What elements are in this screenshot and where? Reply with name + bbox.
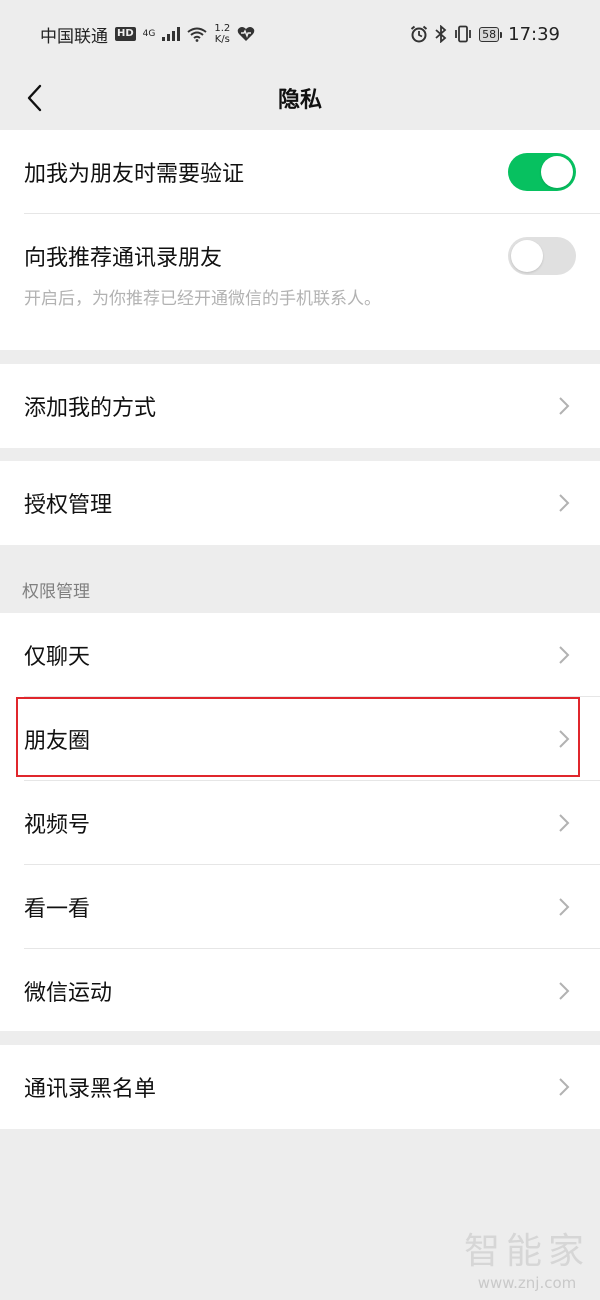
- list-item-label: 朋友圈: [24, 729, 91, 754]
- list-item-moments[interactable]: 朋友圈: [0, 697, 600, 781]
- add-method-group: 添加我的方式: [0, 364, 600, 448]
- clock: 17:39: [508, 23, 560, 45]
- add-verify-toggle[interactable]: [508, 153, 576, 191]
- vibrate-icon: [455, 25, 472, 43]
- recommend-contacts-row: 向我推荐通讯录朋友: [0, 214, 600, 298]
- add-method-row[interactable]: 添加我的方式: [0, 364, 600, 448]
- permissions-section-header: 权限管理: [22, 582, 90, 602]
- auth-manage-row[interactable]: 授权管理: [0, 461, 600, 545]
- blacklist-group: 通讯录黑名单: [0, 1045, 600, 1129]
- list-item-label: 微信运动: [24, 981, 113, 1006]
- bluetooth-icon: [435, 25, 447, 43]
- auth-manage-label: 授权管理: [24, 493, 113, 518]
- chevron-right-icon: [559, 646, 570, 664]
- permissions-group: 仅聊天 朋友圈 视频号 看一看 微信运动: [0, 613, 600, 1031]
- status-bar: 中国联通 HD 4G 1.2 K/s 58 17:39: [0, 0, 600, 68]
- blacklist-row[interactable]: 通讯录黑名单: [0, 1045, 600, 1129]
- list-item-werun[interactable]: 微信运动: [0, 949, 600, 1033]
- chevron-right-icon: [559, 1078, 570, 1096]
- toggle-knob: [541, 156, 573, 188]
- verification-group: 加我为朋友时需要验证 向我推荐通讯录朋友 开启后，为你推荐已经开通微信的手机联系…: [0, 130, 600, 350]
- chevron-right-icon: [559, 982, 570, 1000]
- blacklist-label: 通讯录黑名单: [24, 1077, 157, 1102]
- list-item-top-stories[interactable]: 看一看: [0, 865, 600, 949]
- back-button[interactable]: [14, 78, 54, 118]
- toggle-knob: [511, 240, 543, 272]
- recommend-contacts-label: 向我推荐通讯录朋友: [24, 246, 223, 271]
- chevron-right-icon: [559, 814, 570, 832]
- status-bar-left: 中国联通 HD 4G 1.2 K/s: [40, 22, 255, 47]
- list-item-chat-only[interactable]: 仅聊天: [0, 613, 600, 697]
- nav-bar: 隐私: [0, 68, 600, 128]
- hd-badge: HD: [115, 27, 136, 41]
- add-verify-label: 加我为朋友时需要验证: [24, 162, 245, 187]
- watermark: 智能家 www.znj.com: [464, 1222, 590, 1292]
- battery-icon: 58: [479, 26, 503, 42]
- health-icon: [237, 27, 255, 41]
- network-speed: 1.2 K/s: [214, 23, 230, 45]
- speed-unit: K/s: [214, 34, 230, 45]
- list-item-label: 看一看: [24, 897, 91, 922]
- chevron-right-icon: [559, 494, 570, 512]
- list-item-label: 视频号: [24, 813, 91, 838]
- carrier-name: 中国联通: [40, 26, 108, 47]
- add-verify-row: 加我为朋友时需要验证: [0, 130, 600, 214]
- network-type: 4G: [142, 28, 156, 39]
- chevron-right-icon: [559, 898, 570, 916]
- chevron-right-icon: [559, 397, 570, 415]
- auth-manage-group: 授权管理: [0, 461, 600, 545]
- list-item-label: 仅聊天: [24, 645, 91, 670]
- chevron-left-icon: [27, 84, 42, 112]
- list-item-channels[interactable]: 视频号: [0, 781, 600, 865]
- recommend-contacts-toggle[interactable]: [508, 237, 576, 275]
- wifi-icon: [187, 27, 207, 42]
- signal-icon: [162, 27, 181, 41]
- chevron-right-icon: [559, 730, 570, 748]
- add-method-label: 添加我的方式: [24, 396, 157, 421]
- status-bar-right: 58 17:39: [410, 24, 560, 45]
- alarm-icon: [410, 25, 428, 43]
- watermark-logo: 智能家: [463, 1231, 590, 1272]
- watermark-url: www.znj.com: [477, 1274, 577, 1292]
- speed-value: 1.2: [214, 23, 231, 34]
- page-title: 隐私: [277, 88, 322, 113]
